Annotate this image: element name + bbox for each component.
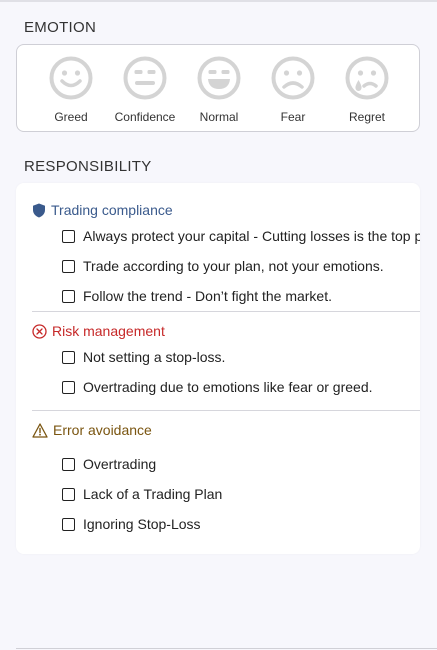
emotion-label: Confidence xyxy=(114,110,176,124)
checklist-item[interactable]: Always protect your capital - Cutting lo… xyxy=(62,228,420,244)
checkbox[interactable] xyxy=(62,457,75,471)
emotion-option-regret[interactable]: Regret xyxy=(327,56,407,124)
group-title: Error avoidance xyxy=(53,422,152,438)
checklist-item-label: Lack of a Trading Plan xyxy=(83,486,223,502)
x-circle-icon xyxy=(32,323,47,339)
emotion-label: Greed xyxy=(54,110,88,124)
checkbox[interactable] xyxy=(62,487,75,501)
emotion-option-confidence[interactable]: Confidence xyxy=(105,56,185,124)
checklist-item-label: Ignoring Stop-Loss xyxy=(83,516,201,532)
checklist-item[interactable]: Overtrading due to emotions like fear or… xyxy=(62,379,420,395)
emotion-section-title: EMOTION xyxy=(24,19,97,36)
checklist-item-label: Follow the trend - Don’t fight the marke… xyxy=(83,288,332,304)
bottom-divider xyxy=(16,648,437,649)
checklist-item-label: Always protect your capital - Cutting lo… xyxy=(83,228,420,244)
checklist-item-label: Overtrading due to emotions like fear or… xyxy=(83,379,373,395)
emotion-label: Fear xyxy=(280,110,306,124)
responsibility-section-title: RESPONSIBILITY xyxy=(24,158,152,175)
checklist-item[interactable]: Ignoring Stop-Loss xyxy=(62,516,420,532)
neutral-face-icon xyxy=(123,56,167,100)
checkbox[interactable] xyxy=(62,350,75,364)
group-header-error-avoidance: Error avoidance xyxy=(32,422,152,438)
checkbox[interactable] xyxy=(62,517,75,531)
group-title: Risk management xyxy=(52,323,165,339)
grin-face-icon xyxy=(197,56,241,100)
shield-icon xyxy=(33,203,45,217)
checklist-item[interactable]: Follow the trend - Don’t fight the marke… xyxy=(62,288,420,304)
checkbox[interactable] xyxy=(62,289,75,303)
emotion-label: Normal xyxy=(199,110,239,124)
group-header-trading-compliance: Trading compliance xyxy=(32,202,173,218)
emotion-option-fear[interactable]: Fear xyxy=(253,56,333,124)
group-title: Trading compliance xyxy=(51,202,173,218)
checklist-item[interactable]: Trade according to your plan, not your e… xyxy=(62,258,420,274)
checkbox[interactable] xyxy=(62,229,75,243)
checklist-item[interactable]: Not setting a stop-loss. xyxy=(62,349,420,365)
emotion-option-normal[interactable]: Normal xyxy=(179,56,259,124)
warning-triangle-icon xyxy=(32,422,48,438)
smile-face-icon xyxy=(49,56,93,100)
checklist-item[interactable]: Overtrading xyxy=(62,456,420,472)
checkbox[interactable] xyxy=(62,259,75,273)
emotion-option-greed[interactable]: Greed xyxy=(31,56,111,124)
group-header-risk-management: Risk management xyxy=(32,323,165,339)
responsibility-card: Trading compliance Always protect your c… xyxy=(16,183,420,554)
checklist-item[interactable]: Lack of a Trading Plan xyxy=(62,486,420,502)
top-divider xyxy=(0,0,437,2)
sad-tear-face-icon xyxy=(345,56,389,100)
group-divider xyxy=(32,311,420,312)
checklist-item-label: Overtrading xyxy=(83,456,157,472)
checklist-item-label: Trade according to your plan, not your e… xyxy=(83,258,384,274)
checkbox[interactable] xyxy=(62,380,75,394)
emotion-selector: Greed Confidence Normal Fear Regret xyxy=(16,44,420,132)
group-divider xyxy=(32,410,420,411)
frown-face-icon xyxy=(271,56,315,100)
emotion-label: Regret xyxy=(348,110,386,124)
checklist-item-label: Not setting a stop-loss. xyxy=(83,349,226,365)
